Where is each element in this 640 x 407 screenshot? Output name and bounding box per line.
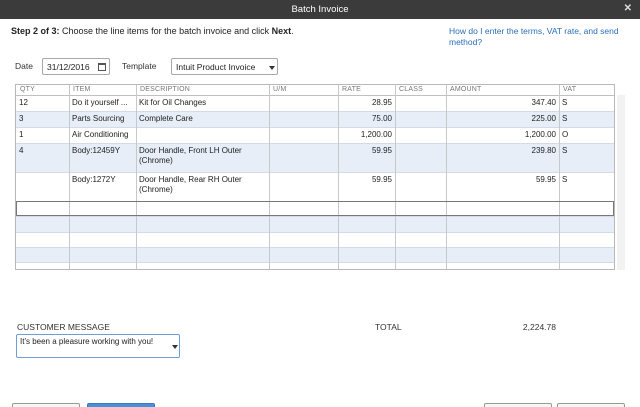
next-button[interactable] <box>87 403 155 407</box>
customer-message-value: It's been a pleasure working with you! <box>20 337 154 346</box>
table-row[interactable]: 3 Parts Sourcing Complete Care 75.00 225.00 S <box>16 112 614 128</box>
cell-description[interactable]: Complete Care <box>139 114 266 124</box>
step-text: Choose the line items for the batch invo… <box>59 26 272 36</box>
cell-qty[interactable]: 12 <box>19 98 66 108</box>
close-icon[interactable]: ✕ <box>624 3 632 14</box>
cell-vat[interactable]: O <box>562 130 613 140</box>
selected-empty-row[interactable] <box>16 201 614 216</box>
help-link[interactable]: How do I enter the terms, VAT rate, and … <box>449 26 619 48</box>
column-header-qty[interactable]: QTY <box>20 86 35 93</box>
table-scrollbar[interactable] <box>617 95 625 270</box>
cell-description[interactable]: Door Handle, Rear RH Outer (Chrome) <box>139 175 266 195</box>
table-row[interactable]: Body:1272Y Door Handle, Rear RH Outer (Ch… <box>16 173 614 202</box>
column-header-um[interactable]: U/M <box>273 86 286 93</box>
cell-qty[interactable]: 3 <box>19 114 66 124</box>
date-field[interactable]: 31/12/2016 <box>42 58 110 75</box>
customer-message-label: CUSTOMER MESSAGE <box>17 322 110 332</box>
window-title: Batch Invoice <box>291 4 349 15</box>
cell-qty[interactable]: 4 <box>19 146 66 156</box>
column-header-amount[interactable]: AMOUNT <box>450 86 482 93</box>
template-value: Intuit Product Invoice <box>176 62 256 72</box>
cell-vat[interactable]: S <box>562 98 613 108</box>
row-band <box>16 217 614 233</box>
cell-qty[interactable]: 1 <box>19 130 66 140</box>
cell-item[interactable]: Air Conditioning <box>72 130 133 140</box>
column-header-rate[interactable]: RATE <box>342 86 361 93</box>
cell-rate[interactable]: 1,200.00 <box>341 130 392 140</box>
cell-rate[interactable]: 59.95 <box>341 175 392 185</box>
line-items-table[interactable]: QTY ITEM DESCRIPTION U/M RATE CLASS AMOUNT VAT … <box>15 84 615 270</box>
cell-rate[interactable]: 59.95 <box>341 146 392 156</box>
cell-amount[interactable]: 347.40 <box>449 98 556 108</box>
row-band <box>16 233 614 248</box>
column-header-description[interactable]: DESCRIPTION <box>140 86 190 93</box>
table-row[interactable]: 12 Do it yourself ... Kit for Oil Changes 2… <box>16 96 614 112</box>
title-bar: Batch Invoice ✕ <box>0 0 640 19</box>
table-row[interactable]: 4 Body:12459Y Door Handle, Front LH Outer … <box>16 144 614 173</box>
cell-vat[interactable]: S <box>562 146 613 156</box>
table-row[interactable]: 1 Air Conditioning 1,200.00 1,200.00 O <box>16 128 614 144</box>
cell-rate[interactable]: 75.00 <box>341 114 392 124</box>
date-value: 31/12/2016 <box>47 62 90 72</box>
calendar-icon[interactable] <box>98 63 106 71</box>
cell-amount[interactable]: 1,200.00 <box>449 130 556 140</box>
cell-amount[interactable]: 225.00 <box>449 114 556 124</box>
column-header-item[interactable]: ITEM <box>73 86 91 93</box>
total-value: 2,224.78 <box>522 322 556 332</box>
customer-message-dropdown[interactable]: It's been a pleasure working with you! <box>16 334 180 358</box>
cell-item[interactable]: Body:12459Y <box>72 146 133 156</box>
cell-vat[interactable]: S <box>562 175 613 185</box>
cell-amount[interactable]: 59.95 <box>449 175 556 185</box>
cancel-button[interactable] <box>557 403 625 407</box>
row-band <box>16 248 614 263</box>
cell-description[interactable]: Kit for Oil Changes <box>139 98 266 108</box>
step-suffix: . <box>291 26 294 36</box>
save-button[interactable] <box>484 403 552 407</box>
cell-vat[interactable]: S <box>562 114 613 124</box>
step-number: Step 2 of 3: <box>11 26 60 36</box>
step-instruction: Step 2 of 3: Choose the line items for t… <box>11 26 294 36</box>
template-dropdown[interactable]: Intuit Product Invoice <box>171 58 278 75</box>
column-header-vat[interactable]: VAT <box>563 86 576 93</box>
step-next-word: Next <box>271 26 292 36</box>
date-label: Date <box>15 61 33 71</box>
cell-item[interactable]: Body:1272Y <box>72 175 133 185</box>
template-label: Template <box>122 61 157 71</box>
back-button[interactable] <box>12 403 80 407</box>
cell-amount[interactable]: 239.80 <box>449 146 556 156</box>
cell-rate[interactable]: 28.95 <box>341 98 392 108</box>
cell-description[interactable]: Door Handle, Front LH Outer (Chrome) <box>139 146 266 166</box>
cell-item[interactable]: Do it yourself ... <box>72 98 133 108</box>
chevron-down-icon <box>269 66 275 70</box>
column-header-class[interactable]: CLASS <box>399 86 423 93</box>
cell-item[interactable]: Parts Sourcing <box>72 114 133 124</box>
chevron-down-icon <box>172 345 178 349</box>
total-label: TOTAL <box>375 322 402 332</box>
row-band <box>16 263 614 269</box>
